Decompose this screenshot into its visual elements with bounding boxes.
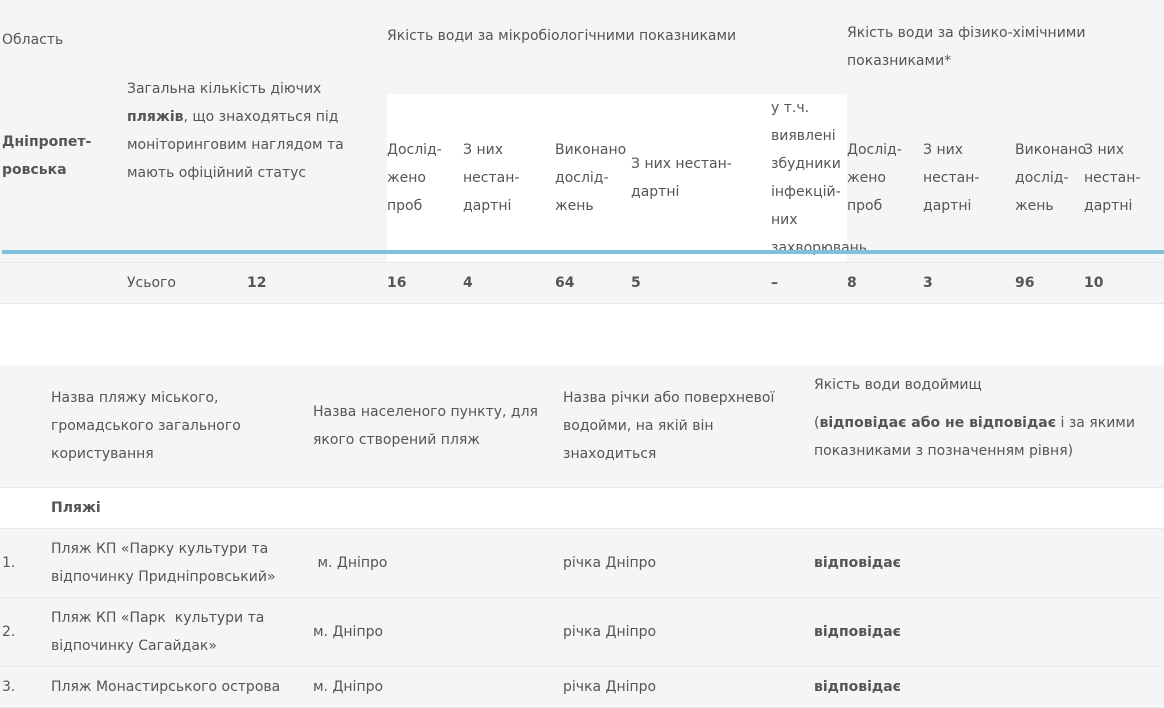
water-quality: відповідає	[814, 528, 1164, 598]
micro-nonstandard-value: 4	[463, 262, 556, 304]
phys-nonstandard-value: 3	[923, 262, 1016, 304]
phys-col-studies: Виконано дослід-жень	[1015, 94, 1086, 263]
quality-header-title: Якість води водоймищ	[814, 377, 982, 393]
water-quality-summary-table: Область Загальна кількість діючих пляжів…	[0, 0, 1164, 304]
phys-quality-group-header: Якість води за фізико-хімічними показник…	[847, 0, 1164, 94]
row-number: 1.	[0, 528, 51, 598]
water-quality: відповідає	[814, 666, 1164, 708]
beaches-table: Назва пляжу міського, громадського загал…	[0, 365, 1164, 708]
micro-studies-nonstandard-value: 5	[631, 262, 772, 304]
total-row: Усього 12 16 4 64 5 – 8 3 96 10	[0, 262, 1164, 304]
micro-col-pathogens: у т.ч. виявлені збудники інфекцій-них за…	[771, 94, 867, 263]
micro-samples-value: 16	[387, 262, 464, 304]
phys-col-nonstandard: З них нестан-дартні	[923, 94, 1016, 263]
total-label: Усього	[127, 262, 247, 304]
section-divider	[2, 250, 1164, 254]
section-num-empty	[0, 487, 51, 529]
region-header: Область	[0, 0, 127, 94]
phys-studies-value: 96	[1015, 262, 1085, 304]
phys-studies-nonstandard-value: 10	[1084, 262, 1164, 304]
beaches-section-row: Пляжі	[0, 487, 1164, 529]
micro-pathogens-value: –	[771, 262, 848, 304]
water-quality: відповідає	[814, 597, 1164, 667]
beach-name: Пляж КП «Парку культури та відпочинку Пр…	[51, 528, 313, 598]
settlement-header: Назва населеного пункту, для якого створ…	[313, 365, 563, 488]
beaches-table-header: Назва пляжу міського, громадського загал…	[0, 365, 1164, 488]
beaches-section-label: Пляжі	[51, 487, 313, 529]
micro-col-samples: Дослід-жено проб	[387, 94, 464, 263]
beach-name: Пляж Монастирського острова	[51, 666, 313, 708]
region-value: Дніпропет-ровська	[0, 94, 127, 263]
micro-quality-group-header: Якість води за мікробіологічними показни…	[387, 0, 848, 94]
beach-name-header: Назва пляжу міського, громадського загал…	[51, 365, 313, 488]
total-beaches-header: Загальна кількість діючих пляжів, що зна…	[127, 0, 388, 263]
row-number: 2.	[0, 597, 51, 667]
river: річка Дніпро	[563, 528, 814, 598]
table-row: 3. Пляж Монастирського острова м. Дніпро…	[0, 666, 1164, 708]
micro-col-studies-nonstandard: З них нестан-дартні	[631, 94, 772, 263]
micro-col-nonstandard: З них нестан-дартні	[463, 94, 556, 263]
quality-header: Якість води водоймищ (відповідає або не …	[814, 365, 1164, 488]
settlement: м. Дніпро	[313, 666, 563, 708]
total-beaches-value: 12	[247, 262, 388, 304]
table-row: 2. Пляж КП «Парк культури та відпочинку …	[0, 597, 1164, 667]
settlement: м. Дніпро	[313, 597, 563, 667]
row-number: 3.	[0, 666, 51, 708]
phys-samples-value: 8	[847, 262, 924, 304]
river-header: Назва річки або поверхневої водойми, на …	[563, 365, 814, 488]
num-header	[0, 365, 51, 488]
phys-col-studies-nonstandard: З них нестан-дартні	[1084, 94, 1164, 263]
river: річка Дніпро	[563, 597, 814, 667]
table-row: 1. Пляж КП «Парку культури та відпочинку…	[0, 528, 1164, 598]
settlement: м. Дніпро	[313, 528, 563, 598]
micro-studies-value: 64	[555, 262, 632, 304]
beach-name: Пляж КП «Парк культури та відпочинку Саг…	[51, 597, 313, 667]
river: річка Дніпро	[563, 666, 814, 708]
quality-header-note: (відповідає або не відповідає і за якими…	[814, 415, 1135, 459]
total-row-empty	[0, 262, 127, 304]
phys-col-samples: Дослід-жено проб	[847, 94, 924, 263]
micro-col-studies: Виконано дослід-жень	[555, 94, 632, 263]
